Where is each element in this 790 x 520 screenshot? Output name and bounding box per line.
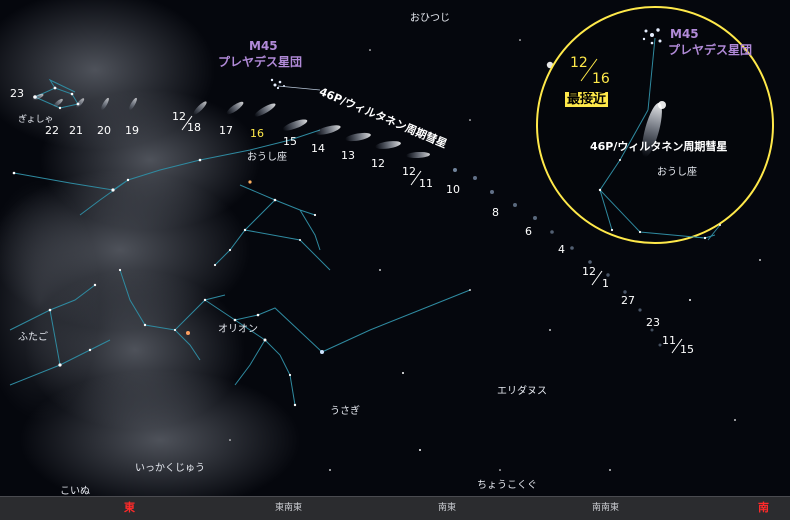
closest-approach-badge: 最接近 [565,92,609,107]
horizon-bar: 東 東南東 南東 南南東 南 [0,496,790,520]
date-13: 13 [341,149,355,162]
star-chart: おひつじ おうし座 ぎょしゃ ふたご オリオン うさぎ エリダヌス いっかくじゅ… [0,0,790,520]
label-eridanus: エリダヌス [497,386,547,397]
date-12-18-day: 18 [187,121,201,134]
label-monoceros: いっかくじゅう [135,463,205,474]
date-6: 6 [525,225,532,238]
date-19: 19 [125,124,139,137]
sky-drawing [0,0,774,510]
inset-auriga-label: おうし座 [657,167,697,178]
date-17: 17 [219,124,233,137]
pleiades-pointer [277,85,321,91]
date-21: 21 [69,124,83,137]
label-aries: おひつじ [410,13,450,24]
inset-comet-label: 46P/ウィルタネン周期彗星 [590,140,728,153]
label-gemini: ふたご [18,332,48,343]
inset-day: 16 [592,71,610,87]
date-27: 27 [621,294,635,307]
date-11-15-day: 15 [680,343,694,356]
label-caelum: ちょうこくぐ [477,480,537,491]
direction-ese: 東南東 [275,503,303,513]
direction-sse: 南南東 [592,503,620,513]
date-16: 16 [250,127,264,140]
date-14: 14 [311,142,325,155]
pleiades-label-m45: M45 [249,39,278,53]
direction-east: 東 [124,501,135,514]
date-8: 8 [492,206,499,219]
pleiades-label-name: プレヤデス星団 [218,55,303,69]
date-4: 4 [558,243,565,256]
label-lepus: うさぎ [330,406,360,417]
direction-se: 南東 [438,503,457,513]
inset-pleiades-m45: M45 [670,27,699,41]
label-orion: オリオン [218,324,258,335]
date-22: 22 [45,124,59,137]
pleiades-cluster [270,78,285,90]
date-12-11-day: 11 [419,177,433,190]
date-20: 20 [97,124,111,137]
inset-pleiades-name: プレヤデス星団 [668,43,753,57]
milky-way [0,0,300,510]
date-12-1-day: 1 [602,277,609,290]
date-12: 12 [371,157,385,170]
date-15: 15 [283,135,297,148]
label-auriga: おうし座 [247,152,287,163]
direction-south: 南 [758,501,769,514]
date-23: 23 [10,87,24,100]
date-23b: 23 [646,316,660,329]
date-10: 10 [446,183,460,196]
